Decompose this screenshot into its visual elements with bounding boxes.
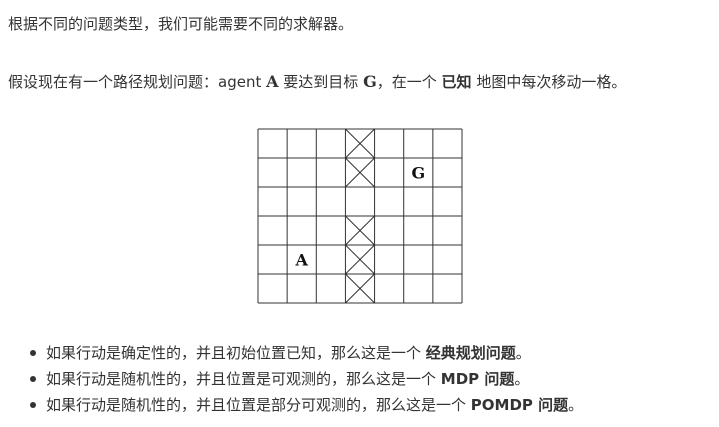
agent-symbol: A — [266, 72, 279, 91]
case-term: MDP 问题 — [440, 370, 515, 388]
case-text: 如果行动是随机性的，并且位置是部分可观测的，那么这是一个 — [46, 396, 471, 414]
agent-cell-label: A — [295, 251, 309, 270]
case-list: 如果行动是确定性的，并且初始位置已知，那么这是一个 经典规划问题。 如果行动是随… — [0, 340, 583, 418]
goal-symbol: G — [363, 72, 377, 91]
bullet-dot — [30, 350, 36, 356]
case-text: 如果行动是随机性的，并且位置是可观测的，那么这是一个 — [46, 370, 441, 388]
problem-prefix: 假设现在有一个路径规划问题：agent — [8, 73, 267, 91]
grid-world-svg: GA — [257, 128, 463, 304]
problem-middle: 要达到目标 — [278, 73, 364, 91]
grid-world-figure: GA — [257, 128, 463, 304]
problem-paragraph: 假设现在有一个路径规划问题：agent A 要达到目标 G，在一个 已知 地图中… — [8, 72, 626, 92]
case-term: POMDP 问题 — [470, 396, 569, 414]
bullet-dot — [30, 402, 36, 408]
problem-suffix2: 地图中每次移动一格。 — [471, 73, 627, 91]
case-end: 。 — [515, 344, 531, 362]
case-item-mdp: 如果行动是随机性的，并且位置是可观测的，那么这是一个 MDP 问题。 — [0, 366, 583, 392]
goal-cell-label: G — [411, 164, 425, 183]
case-end: 。 — [514, 370, 530, 388]
case-item-pomdp: 如果行动是随机性的，并且位置是部分可观测的，那么这是一个 POMDP 问题。 — [0, 392, 583, 418]
problem-suffix1: ，在一个 — [376, 73, 442, 91]
bullet-dot — [30, 376, 36, 382]
known-word: 已知 — [441, 73, 472, 91]
case-item-classical: 如果行动是确定性的，并且初始位置已知，那么这是一个 经典规划问题。 — [0, 340, 583, 366]
case-term: 经典规划问题 — [425, 344, 516, 362]
case-text: 如果行动是确定性的，并且初始位置已知，那么这是一个 — [46, 344, 426, 362]
case-end: 。 — [568, 396, 584, 414]
intro-text: 根据不同的问题类型，我们可能需要不同的求解器。 — [8, 15, 354, 33]
intro-paragraph: 根据不同的问题类型，我们可能需要不同的求解器。 — [8, 14, 353, 34]
